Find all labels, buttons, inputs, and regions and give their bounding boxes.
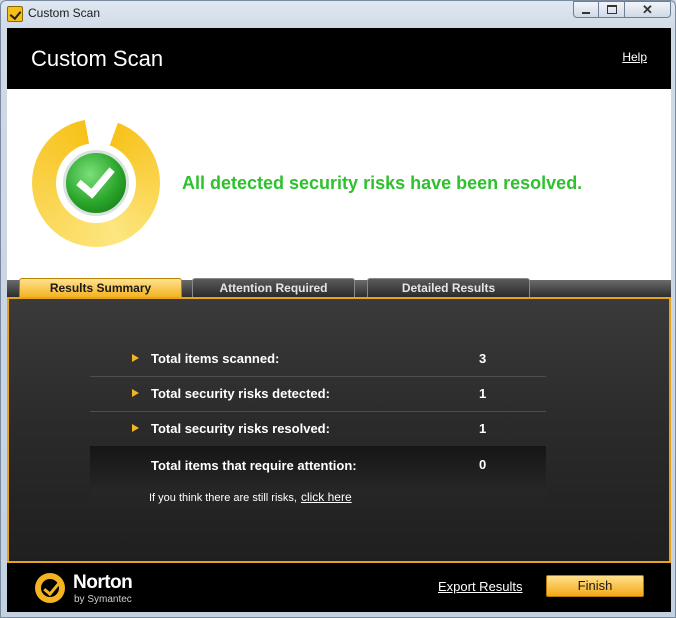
results-summary-panel: Total items scanned: 3 Total security ri… <box>7 297 671 563</box>
norton-logo-subtext: by Symantec <box>74 594 132 605</box>
window-controls: ✕ <box>573 1 671 19</box>
summary-row: Total items scanned: 3 <box>90 342 546 377</box>
summary-row-value: 3 <box>479 351 487 366</box>
finish-button[interactable]: Finish <box>546 575 644 597</box>
maximize-icon <box>606 5 617 14</box>
status-panel: All detected security risks have been re… <box>7 89 671 280</box>
close-icon: ✕ <box>642 2 653 17</box>
bullet-arrow-icon <box>132 354 139 362</box>
attention-value: 0 <box>479 457 487 472</box>
risk-note: If you think there are still risks, click… <box>149 490 352 504</box>
tab-results-summary[interactable]: Results Summary <box>19 278 182 297</box>
norton-logo-text: Norton <box>73 572 133 593</box>
green-check-icon <box>63 150 129 216</box>
close-button[interactable]: ✕ <box>625 1 671 18</box>
minimize-icon <box>582 11 590 14</box>
title-bar[interactable]: Custom Scan ✕ <box>1 1 675 27</box>
help-link[interactable]: Help <box>622 50 647 64</box>
summary-row-value: 1 <box>479 421 487 436</box>
summary-row-value: 1 <box>479 386 487 401</box>
minimize-button[interactable] <box>573 1 599 18</box>
attention-section: Total items that require attention: 0 If… <box>90 446 546 510</box>
window-title: Custom Scan <box>28 6 101 20</box>
bullet-arrow-icon <box>132 424 139 432</box>
summary-row: Total security risks resolved: 1 <box>90 412 546 447</box>
bullet-arrow-icon <box>132 389 139 397</box>
click-here-link[interactable]: click here <box>301 490 352 504</box>
summary-row-label: Total security risks resolved: <box>151 421 330 436</box>
summary-row-label: Total security risks detected: <box>151 386 330 401</box>
client-area: Custom Scan Help All detected security r… <box>7 28 671 612</box>
header: Custom Scan Help <box>7 28 671 89</box>
risk-note-text: If you think there are still risks, <box>149 492 297 504</box>
status-ring-graphic <box>32 119 160 247</box>
page-title: Custom Scan <box>31 46 164 71</box>
app-window: Custom Scan ✕ Custom Scan Help All detec… <box>0 0 676 618</box>
norton-logo-icon <box>35 573 65 603</box>
norton-app-icon <box>7 6 23 22</box>
summary-row-label: Total items scanned: <box>151 351 280 366</box>
maximize-button[interactable] <box>599 1 625 18</box>
summary-row: Total security risks detected: 1 <box>90 377 546 412</box>
footer: Norton by Symantec Export Results Finish <box>7 563 671 612</box>
status-message: All detected security risks have been re… <box>182 173 583 193</box>
attention-label: Total items that require attention: <box>151 458 357 473</box>
tab-detailed-results[interactable]: Detailed Results <box>367 278 530 297</box>
tab-attention-required[interactable]: Attention Required <box>192 278 355 297</box>
export-results-link[interactable]: Export Results <box>438 579 523 594</box>
